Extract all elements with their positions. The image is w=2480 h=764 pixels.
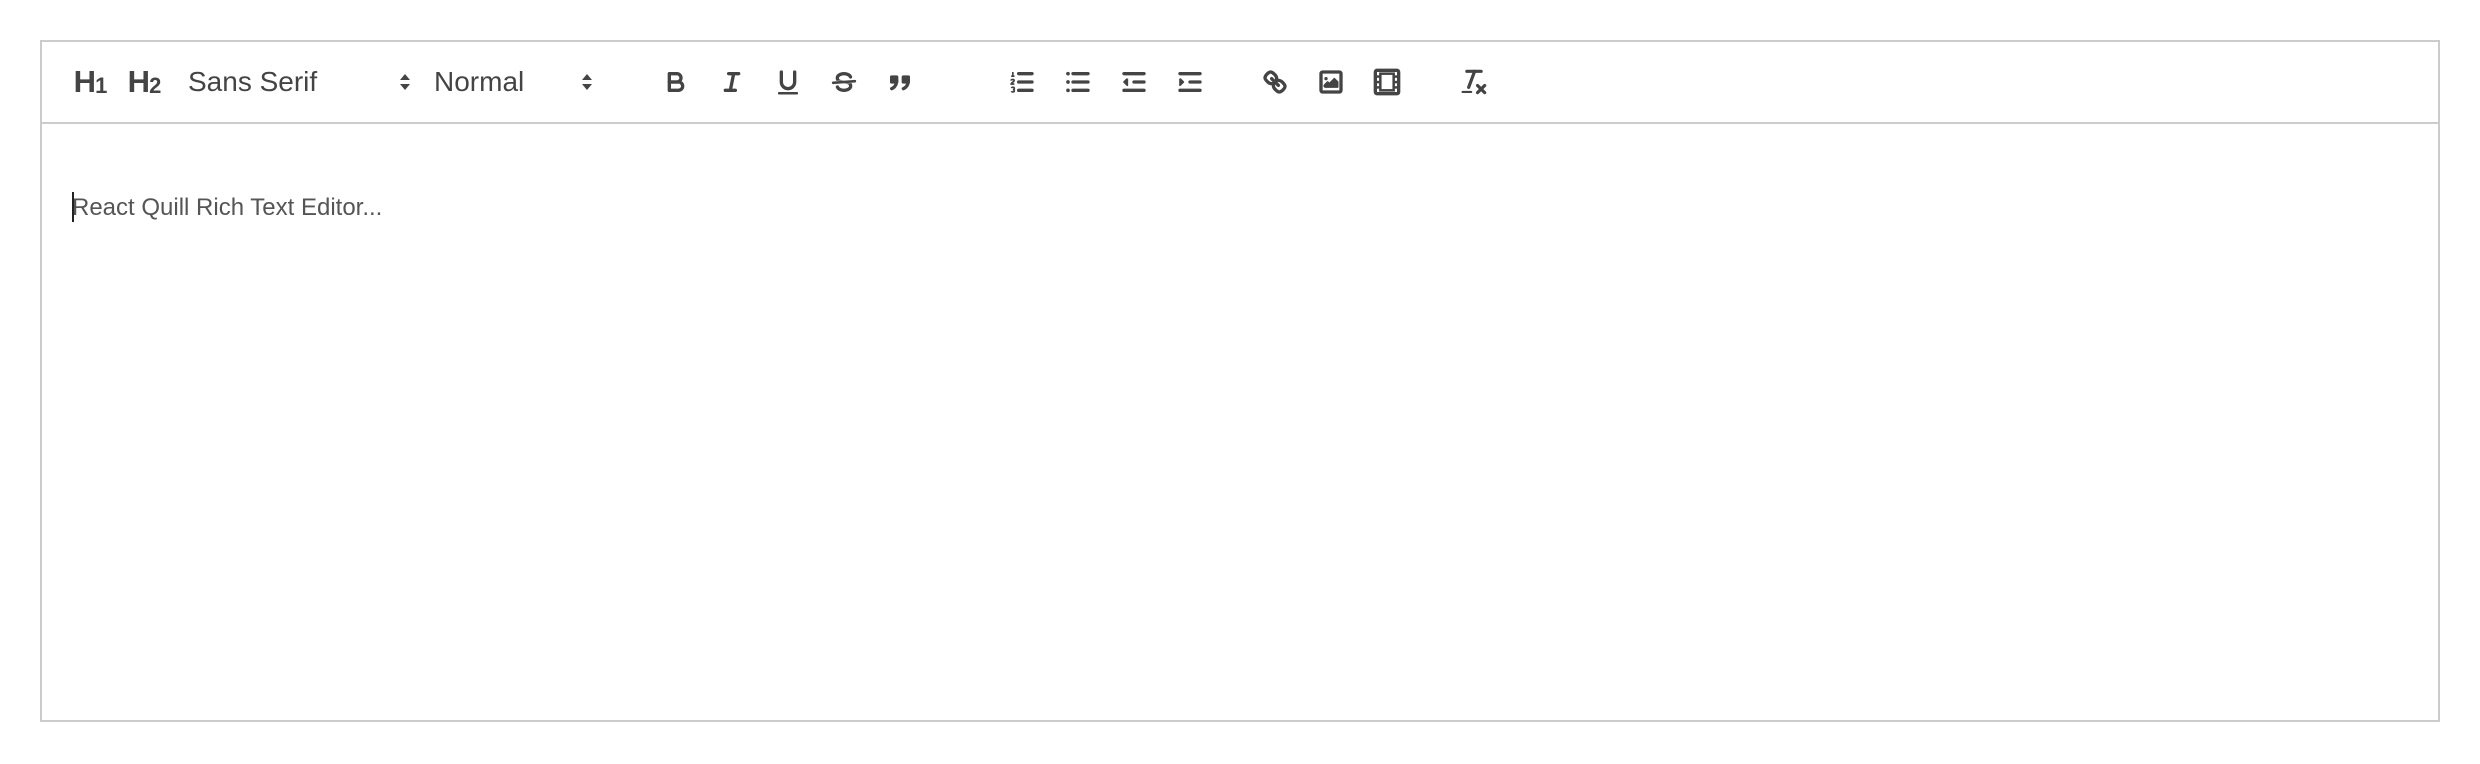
ordered-list-icon bbox=[1010, 72, 1034, 93]
header-1-label: H bbox=[73, 64, 96, 99]
image-icon bbox=[1319, 70, 1343, 94]
underline-button[interactable] bbox=[760, 42, 816, 122]
font-picker-label: Sans Serif bbox=[188, 66, 318, 97]
font-picker[interactable]: Sans Serif bbox=[188, 42, 410, 122]
image-button[interactable] bbox=[1303, 42, 1359, 122]
editor-placeholder: React Quill Rich Text Editor... bbox=[72, 194, 383, 221]
blockquote-icon bbox=[890, 75, 910, 91]
header-1-sub: 1 bbox=[95, 73, 107, 98]
video-button[interactable] bbox=[1359, 42, 1415, 122]
bullet-list-button[interactable] bbox=[1050, 42, 1106, 122]
updown-arrow-icon bbox=[400, 74, 410, 90]
header-2-label: H bbox=[127, 64, 150, 99]
indent-icon bbox=[1178, 72, 1202, 93]
video-icon bbox=[1373, 68, 1401, 96]
link-icon bbox=[1263, 70, 1287, 94]
italic-button[interactable] bbox=[704, 42, 760, 122]
blockquote-button[interactable] bbox=[872, 42, 928, 122]
header-1-button[interactable]: H1 bbox=[68, 42, 112, 122]
ordered-list-button[interactable] bbox=[994, 42, 1050, 122]
link-button[interactable] bbox=[1247, 42, 1303, 122]
underline-icon bbox=[778, 70, 798, 95]
bold-icon bbox=[667, 72, 685, 93]
bold-button[interactable] bbox=[648, 42, 704, 122]
editor-content-area[interactable]: React Quill Rich Text Editor... bbox=[42, 124, 2438, 720]
editor-toolbar: H1 H2 Sans Serif Normal bbox=[42, 42, 2438, 124]
size-picker[interactable]: Normal bbox=[434, 42, 624, 122]
updown-arrow-icon bbox=[582, 74, 592, 90]
clean-format-button[interactable] bbox=[1446, 42, 1502, 122]
bullet-list-icon bbox=[1066, 71, 1090, 93]
indent-button[interactable] bbox=[1162, 42, 1218, 122]
clean-format-icon bbox=[1461, 69, 1487, 95]
strike-icon bbox=[831, 72, 857, 92]
outdent-icon bbox=[1122, 72, 1146, 93]
header-2-button[interactable]: H2 bbox=[122, 42, 166, 122]
strike-button[interactable] bbox=[816, 42, 872, 122]
header-2-sub: 2 bbox=[149, 73, 161, 98]
rich-text-editor: H1 H2 Sans Serif Normal React Quill Rich… bbox=[40, 40, 2440, 722]
italic-icon bbox=[723, 72, 741, 93]
size-picker-label: Normal bbox=[434, 66, 525, 97]
outdent-button[interactable] bbox=[1106, 42, 1162, 122]
